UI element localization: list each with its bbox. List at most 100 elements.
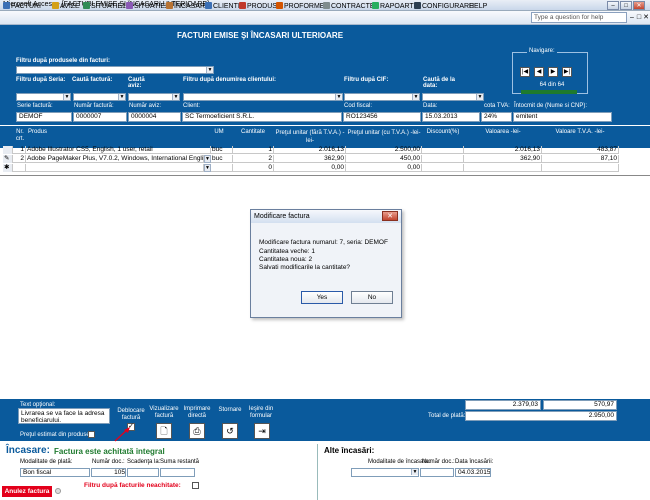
menu-facturi[interactable]: FACTURI (3, 2, 41, 12)
cell-nr[interactable]: 2 (13, 155, 26, 163)
cell-vat-value[interactable] (542, 164, 619, 172)
cell-price-vat[interactable]: 0,00 (346, 164, 422, 172)
chevron-down-icon[interactable]: ▼ (118, 94, 125, 100)
search-invoice-combo[interactable]: ▼ (73, 93, 126, 101)
minimize-icon[interactable]: – (607, 1, 619, 10)
menu-situatie2[interactable]: SITUATIE2 (126, 2, 169, 12)
view-invoice-button[interactable]: 🗋 (156, 423, 172, 439)
cell-discount[interactable] (422, 146, 464, 154)
cancel-invoice-button[interactable]: Anulez factura (2, 486, 52, 497)
cell-discount[interactable] (422, 164, 464, 172)
cell-vat-value[interactable]: 87,10 (542, 155, 619, 163)
menu-clienti[interactable]: CLIENTI (205, 2, 240, 12)
print-button[interactable]: ⎙ (189, 423, 205, 439)
cell-um[interactable]: buc (211, 155, 233, 163)
menu-rapoarte[interactable]: RAPOARTE (372, 2, 418, 12)
chevron-down-icon[interactable]: ▼ (204, 164, 211, 172)
menu-configurare[interactable]: CONFIGURARE (414, 2, 474, 12)
cell-qty[interactable]: 1 (233, 146, 274, 154)
new-row[interactable]: ✱ ▼ 0 0,00 0,00 (3, 164, 619, 172)
chevron-down-icon[interactable]: ▼ (63, 94, 70, 100)
other-date-field[interactable]: 04.03.2015 (455, 468, 491, 477)
menu-contracte[interactable]: CONTRACTE (323, 2, 375, 12)
last-record-button[interactable]: ▶| (562, 67, 572, 77)
filter-products-combo[interactable]: ▼ (16, 66, 214, 74)
chevron-down-icon[interactable]: ▼ (172, 94, 179, 100)
vat-field[interactable]: 24% (481, 112, 512, 122)
dialog-line1: Modificare factura numarul: 7, seria: DE… (259, 239, 388, 246)
yes-button[interactable]: Yes (301, 291, 343, 304)
chevron-down-icon[interactable]: ▼ (412, 94, 419, 100)
cancel-invoice-toggle[interactable] (55, 488, 61, 494)
next-record-button[interactable]: ▶ (548, 67, 558, 77)
close-icon[interactable]: ✕ (633, 1, 645, 10)
cell-price[interactable]: 2.016,13 (274, 146, 346, 154)
cell-price[interactable]: 362,90 (274, 155, 346, 163)
cell-nr[interactable] (13, 164, 26, 172)
menu-situatie1[interactable]: SITUATIE1 (83, 2, 126, 12)
search-date-combo[interactable]: ▼ (422, 93, 484, 101)
date-field[interactable]: 15.03.2013 (422, 112, 480, 122)
table-row[interactable]: ✎ 2 Adobe PageMaker Plus, V7.0.2, Window… (3, 155, 619, 163)
mdi-close-icon[interactable]: ✕ (643, 13, 649, 22)
row-selector[interactable] (3, 146, 13, 154)
no-button[interactable]: No (351, 291, 393, 304)
menu-incasari[interactable]: ÎNCASARI (166, 2, 207, 12)
cell-qty[interactable]: 2 (233, 155, 274, 163)
optional-text-field[interactable]: Livrarea se va face la adresa beneficiar… (18, 408, 110, 424)
filter-unpaid-checkbox[interactable] (192, 482, 199, 489)
mdi-minimize-icon[interactable]: – (629, 13, 635, 22)
cell-qty[interactable]: 0 (233, 164, 274, 172)
help-search-input[interactable]: Type a question for help (531, 12, 627, 23)
chevron-down-icon[interactable]: ▼ (335, 94, 342, 100)
cell-nr[interactable]: 1 (13, 146, 26, 154)
cell-um[interactable] (211, 164, 233, 172)
estimated-price-checkbox[interactable] (88, 431, 95, 438)
chevron-down-icon[interactable]: ▼ (411, 469, 418, 475)
menu-proforme[interactable]: PROFORME (276, 2, 324, 12)
cell-price[interactable]: 0,00 (274, 164, 346, 172)
prev-record-button[interactable]: ◀ (534, 67, 544, 77)
client-field[interactable]: SC Termoeficient S.R.L. (182, 112, 342, 122)
cell-product[interactable] (26, 164, 204, 172)
cell-product[interactable]: Adobe PageMaker Plus, V7.0.2, Windows, I… (26, 155, 204, 163)
storno-button[interactable]: ↺ (222, 423, 238, 439)
filter-series-combo[interactable]: ▼ (16, 93, 71, 101)
note-no-field[interactable]: 0000004 (128, 112, 181, 122)
new-record-icon[interactable]: ✱ (3, 164, 13, 172)
search-note-combo[interactable]: ▼ (128, 93, 180, 101)
cell-value[interactable]: 362,90 (464, 155, 542, 163)
cell-value[interactable] (464, 164, 542, 172)
cell-price-vat[interactable]: 2.500,00 (346, 146, 422, 154)
close-icon[interactable]: ✕ (382, 211, 398, 221)
cell-price-vat[interactable]: 450,00 (346, 155, 422, 163)
cell-vat-value[interactable]: 483,87 (542, 146, 619, 154)
pencil-icon[interactable]: ✎ (3, 155, 13, 163)
invoice-no-field[interactable]: 0000007 (73, 112, 127, 122)
filter-client-combo[interactable]: ▼ (183, 93, 343, 101)
mdi-restore-icon[interactable]: □ (636, 13, 642, 22)
series-field[interactable]: DEMOF (16, 112, 72, 122)
chevron-down-icon[interactable]: ▼ (206, 67, 213, 73)
exit-button[interactable]: ⇥ (254, 423, 270, 439)
chevron-down-icon[interactable]: ▼ (476, 94, 483, 100)
menu-avize[interactable]: AVIZE (52, 2, 80, 12)
cif-field[interactable]: RO123456 (343, 112, 421, 122)
payment-method-field[interactable]: Bon fiscal (20, 468, 90, 477)
first-record-button[interactable]: |◀ (520, 67, 530, 77)
payment-doc-field[interactable]: 105 (91, 468, 126, 477)
payment-rest-field[interactable] (160, 468, 195, 477)
cell-product[interactable]: Adobe Illustrator CS5, English, 1 user, … (26, 146, 211, 154)
cell-value[interactable]: 2.016,13 (464, 146, 542, 154)
maximize-icon[interactable]: □ (620, 1, 632, 10)
issued-field[interactable]: emitent (513, 112, 612, 122)
filter-cif-combo[interactable]: ▼ (344, 93, 420, 101)
payment-due-field[interactable] (127, 468, 159, 477)
chevron-down-icon[interactable]: ▼ (204, 155, 211, 163)
other-doc-field[interactable] (420, 468, 454, 477)
cell-um[interactable]: buc (211, 146, 233, 154)
other-method-combo[interactable]: ▼ (351, 468, 419, 477)
table-row[interactable]: 1 Adobe Illustrator CS5, English, 1 user… (3, 146, 619, 154)
cell-discount[interactable] (422, 155, 464, 163)
menu-help[interactable]: HELP (469, 2, 487, 12)
